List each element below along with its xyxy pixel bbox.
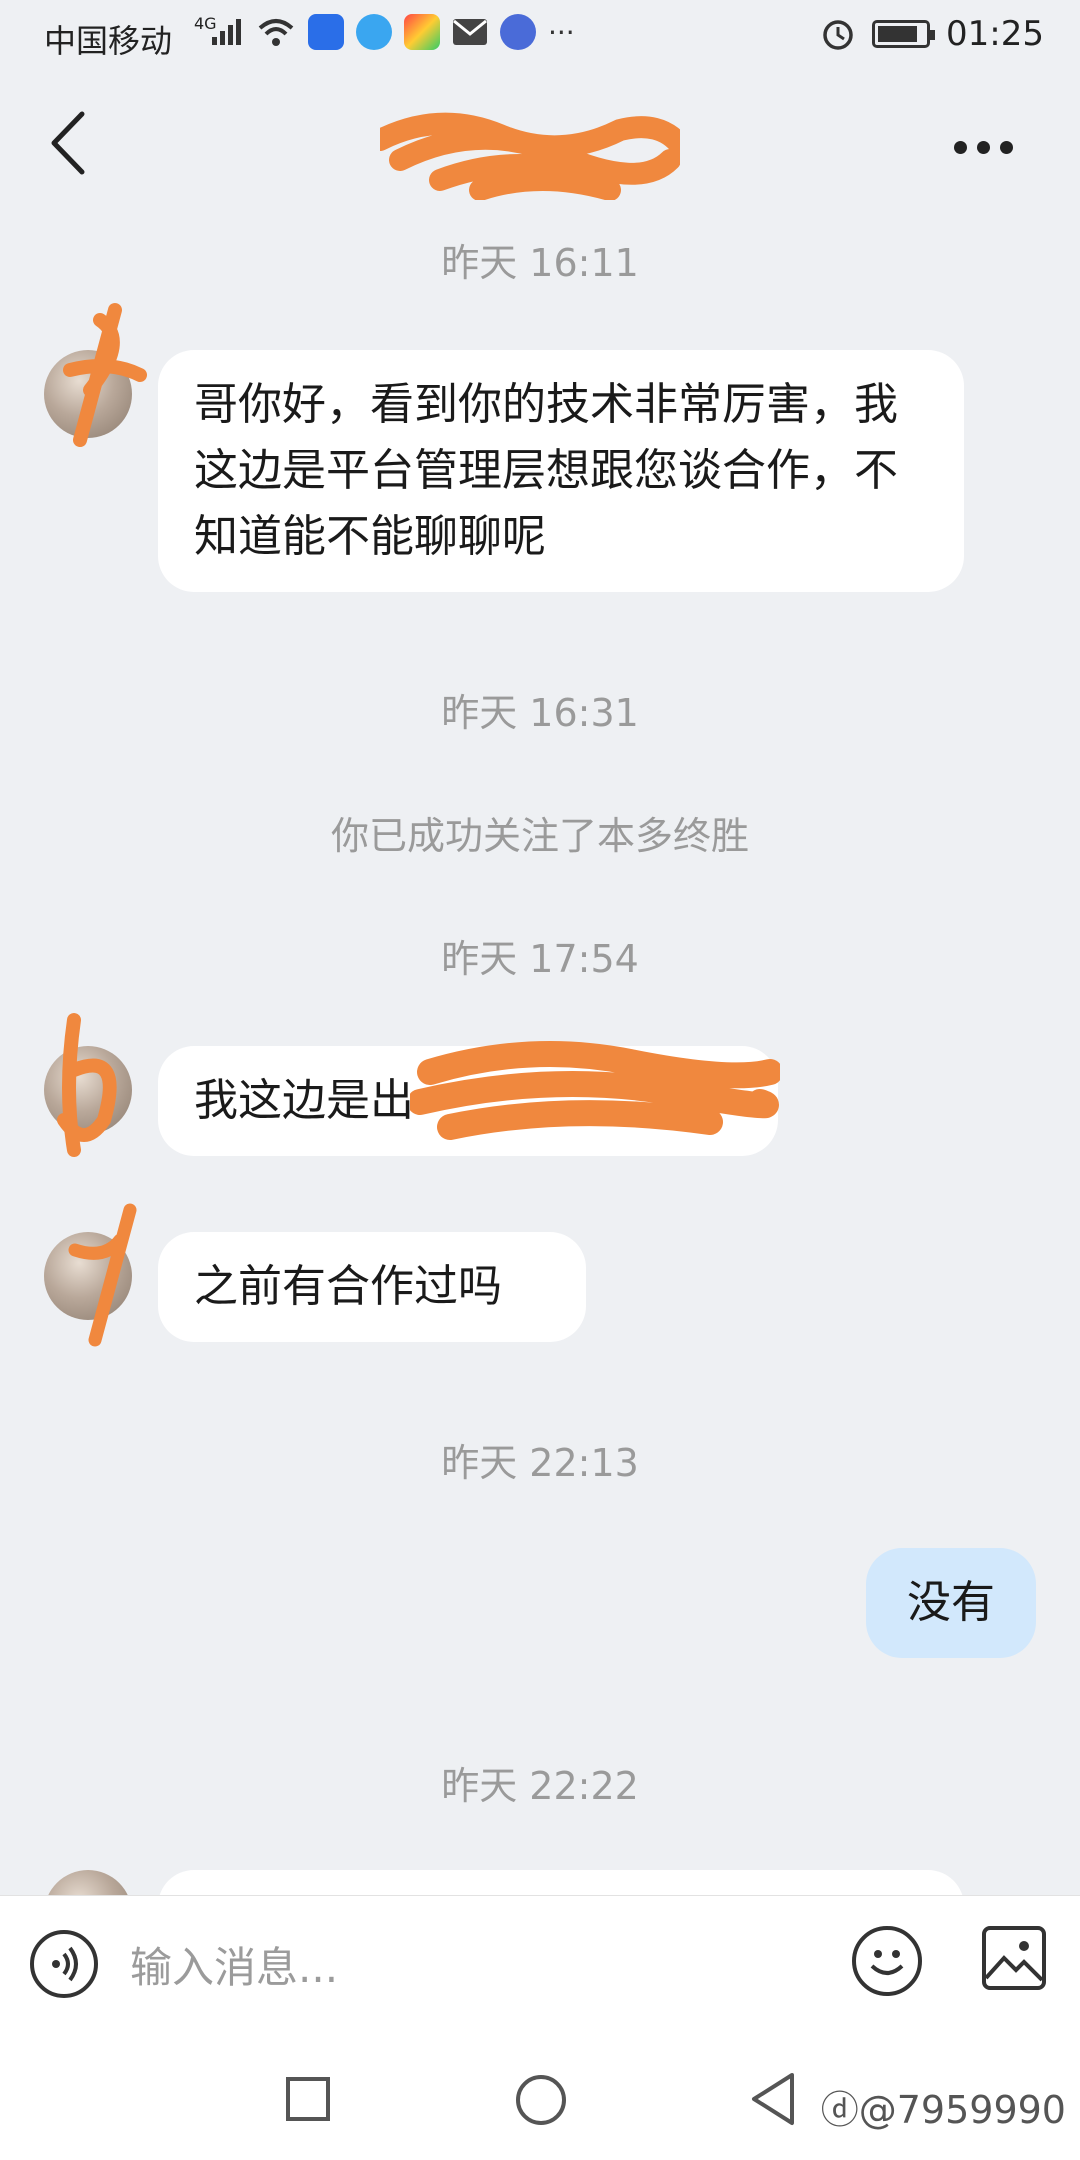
message-timestamp: 昨天 22:13 (441, 1441, 639, 1485)
more-dots-icon[interactable] (954, 132, 1024, 162)
incoming-message-bubble[interactable]: 我这边是出 (158, 1046, 778, 1156)
message-timestamp: 昨天 16:11 (441, 241, 639, 285)
battery-fill (878, 26, 918, 42)
system-nav-bar: ⓓ@7959990 (0, 2035, 1080, 2160)
watermark: ⓓ@7959990 (821, 2079, 1066, 2134)
battery-icon (872, 20, 936, 48)
recent-apps-icon[interactable] (286, 2077, 330, 2121)
carrier-label: 中国移动 (44, 22, 173, 60)
status-right: 01:25 (820, 14, 1044, 54)
contact-avatar[interactable] (44, 1870, 132, 1895)
baidu-app-icon (308, 14, 344, 50)
redacted-contact-name (380, 112, 680, 200)
signal-icon (212, 19, 241, 45)
message-input-bar (0, 1895, 1080, 2036)
mail-icon (453, 19, 487, 45)
emoji-icon[interactable] (852, 1926, 922, 1996)
voice-waves (52, 1946, 78, 1982)
image-picker-icon[interactable] (982, 1926, 1046, 1990)
message-text: 我这边是出 (194, 1075, 414, 1126)
home-icon[interactable] (516, 2075, 566, 2125)
watermark-logo-icon: ⓓ (820, 2088, 859, 2132)
status-bar: 中国移动 4G ··· 01:25 (0, 0, 1080, 72)
message-input[interactable] (128, 1930, 812, 2004)
status-icons: ··· (210, 14, 575, 50)
incoming-message-bubble[interactable]: 之前有合作过吗 (158, 1232, 586, 1342)
incoming-message-bubble[interactable]: 哥你好，看到你的技术非常厉害，我这边是平台管理层想跟您谈合作，不知道能不能聊聊呢 (158, 350, 964, 592)
emoji-face (870, 1950, 904, 1975)
image-glyph (986, 1941, 1042, 1982)
message-list[interactable]: 昨天 16:11 哥你好，看到你的技术非常厉害，我这边是平台管理层想跟您谈合作，… (0, 210, 1080, 1895)
wifi-icon (258, 19, 294, 46)
incoming-message-bubble[interactable] (158, 1870, 964, 1895)
music-app-icon (500, 14, 536, 50)
clock: 01:25 (946, 14, 1044, 54)
contact-avatar[interactable] (44, 1232, 132, 1320)
chevron-left-icon[interactable] (40, 108, 100, 178)
message-timestamp: 昨天 17:54 (441, 937, 639, 981)
contact-avatar[interactable] (44, 350, 132, 438)
system-notice: 你已成功关注了本多终胜 (330, 814, 749, 858)
outgoing-message-bubble[interactable]: 没有 (866, 1548, 1036, 1658)
voice-input-icon[interactable] (30, 1930, 98, 1998)
more-notifications-icon: ··· (548, 15, 575, 49)
watermark-text: @7959990 (858, 2088, 1066, 2132)
contact-avatar[interactable] (44, 1046, 132, 1134)
chat-header (0, 80, 1080, 210)
back-triangle-icon[interactable] (748, 2071, 798, 2127)
message-timestamp: 昨天 16:31 (441, 691, 639, 735)
alarm-icon (823, 20, 853, 50)
colorful-app-icon (404, 14, 440, 50)
message-timestamp: 昨天 22:22 (441, 1764, 639, 1808)
qq-browser-icon (356, 14, 392, 50)
